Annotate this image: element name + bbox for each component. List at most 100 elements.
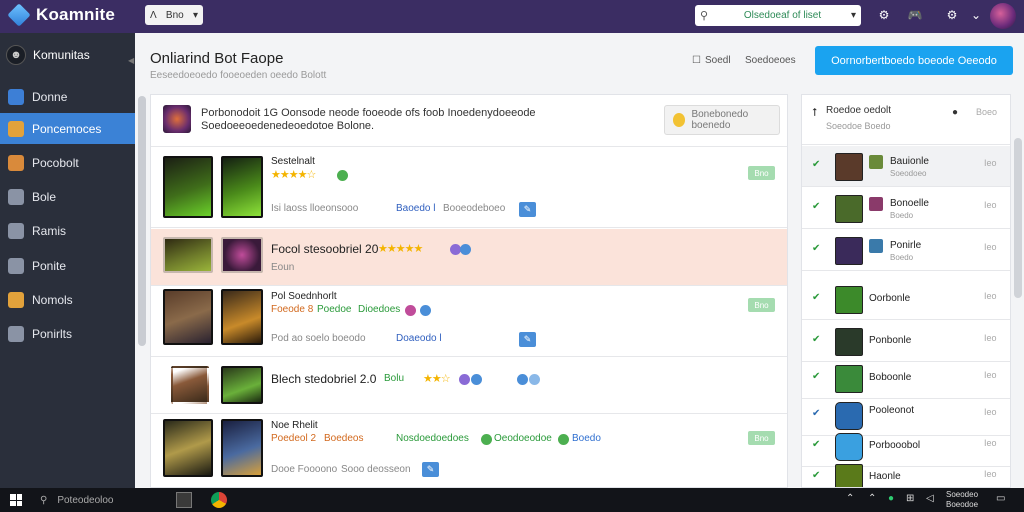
row-meta-link[interactable]: Doaeodo l: [396, 333, 442, 344]
sidebar-item-label: Bole: [32, 189, 57, 204]
list-item[interactable]: ✔ Bonoelle Boedo Ieo: [802, 188, 1010, 229]
avatar: [835, 195, 863, 223]
row-tag: Foeode 8: [271, 304, 314, 315]
volume-icon[interactable]: ◁: [926, 493, 934, 504]
list-item[interactable]: ✔ Haonle Ieo: [802, 457, 1010, 487]
taskbar-search[interactable]: ⚲ Poteodeoloo: [30, 488, 195, 512]
check-icon: ✔: [812, 201, 821, 212]
search-placeholder: Olsedoeaf of liset: [743, 10, 822, 21]
row-tag: Bolu: [384, 373, 405, 384]
row-meta-link[interactable]: Baoedo l: [396, 203, 435, 214]
notifications-icon[interactable]: ⌄: [968, 7, 984, 23]
bot-thumbnail-alt: [221, 366, 263, 404]
search-icon: ⚲: [700, 10, 709, 22]
item-count: Ieo: [984, 469, 997, 479]
search-icon: ⚲: [40, 494, 48, 506]
sidebar-item-nomols[interactable]: Nomols: [0, 284, 135, 315]
bot-thumbnail-alt: [221, 237, 263, 273]
info-icon[interactable]: ●: [952, 107, 958, 118]
notification-center-icon[interactable]: ▭: [996, 493, 1005, 504]
header-link-1[interactable]: ☐ Soedl: [692, 55, 731, 66]
main-scrollbar[interactable]: [138, 96, 146, 346]
notice-button[interactable]: Bonebonedo boenedo: [664, 105, 780, 135]
sidebar-item-bole[interactable]: Bole: [0, 181, 135, 212]
list-item[interactable]: ✔ Oorbonle Ieo: [802, 279, 1010, 320]
sidebar-item-ramis[interactable]: Ramis: [0, 215, 135, 246]
row-title: Focol stesoobriel 20: [271, 242, 379, 256]
row-meta: Isi laoss lloeonsooo: [271, 203, 359, 214]
list-item[interactable]: ✔ Ponbonle Ieo: [802, 321, 1010, 362]
list-item[interactable]: Noe Rhelit Poedeol 2 Boedeos Nosdoedoedo…: [151, 415, 787, 487]
row-tag: Boedeos: [324, 433, 364, 444]
sidebar-brand[interactable]: ☻ Komunitas: [6, 45, 90, 65]
row-action-button[interactable]: Bno: [748, 298, 775, 312]
bot-thumbnail: [163, 419, 213, 477]
folder-icon: [8, 291, 24, 308]
task-view-icon[interactable]: [176, 492, 192, 508]
sidebar-item-ponirlts[interactable]: Ponirlts: [0, 318, 135, 349]
list-item[interactable]: Sestelnalt ★★★★☆ Isi laoss lloeonsooo Ba…: [151, 148, 787, 228]
settings-icon[interactable]: ⚙: [876, 7, 892, 23]
browser-icon[interactable]: [211, 492, 227, 508]
row-meta: Dooe Foooono: [271, 464, 338, 475]
smile-icon: [673, 113, 686, 127]
item-name: Ponirle: [890, 240, 922, 251]
right-panel-count: Boeo: [976, 107, 998, 117]
home-icon: [8, 88, 24, 105]
nav-select-glyph: Ʌ: [150, 9, 157, 21]
status-dot-icon: [337, 170, 348, 181]
list-item[interactable]: Pol Soednhorlt Foeode 8 Poedoe Dioedoes …: [151, 287, 787, 357]
star-rating: ★★☆: [423, 373, 451, 385]
item-count: Ieo: [984, 242, 997, 252]
right-panel-subtitle: Soeodoe Boedo: [826, 121, 891, 131]
sidebar-brand-label: Komunitas: [33, 48, 90, 62]
gear-icon[interactable]: ⚙: [944, 7, 960, 23]
page-subtitle: Eeseedoeoedo fooeoeden oeedo Bolott: [150, 70, 327, 81]
edit-icon[interactable]: ✎: [519, 332, 536, 347]
list-item[interactable]: ✔ Boboonle Ieo: [802, 358, 1010, 399]
tray-up-icon[interactable]: ⌃: [868, 493, 876, 504]
row-action-button[interactable]: Bno: [748, 166, 775, 180]
clock-date: Boeodoe: [946, 500, 979, 509]
chevron-down-icon: ▾: [850, 10, 856, 21]
pin-icon[interactable]: ⭡: [812, 107, 817, 120]
right-panel-scrollbar[interactable]: [1014, 138, 1022, 298]
sidebar-item-poncemoces[interactable]: Poncemoces: [0, 113, 135, 144]
sidebar-item-label: Donne: [32, 89, 68, 104]
sidebar-item-ponite[interactable]: Ponite: [0, 250, 135, 281]
row-action-button[interactable]: Bno: [748, 431, 775, 445]
collapse-icon[interactable]: ◀: [128, 56, 134, 65]
gamepad-icon[interactable]: 🎮: [907, 7, 923, 23]
nav-select[interactable]: Ʌ Bno ▾: [145, 5, 203, 25]
item-count: Ieo: [984, 200, 997, 210]
list-item[interactable]: ✔ Ponirle Boedo Ieo: [802, 230, 1010, 271]
avatar: [835, 286, 863, 314]
edit-icon[interactable]: ✎: [422, 462, 439, 477]
windows-start-icon[interactable]: [10, 494, 22, 506]
tray-chevron-icon[interactable]: ⌃: [846, 493, 854, 504]
sidebar-item-donne[interactable]: Donne: [0, 81, 135, 112]
list-item[interactable]: ✔ Bauionle Soeodoeo Ieo: [802, 146, 1010, 187]
taskbar-clock[interactable]: Soeodeo Boeodoe: [946, 490, 978, 510]
item-name: Pooleonot: [869, 405, 915, 416]
header-link-2[interactable]: Soedoeoes: [745, 55, 796, 66]
list-item[interactable]: Focol stesoobriel 20 ★★★★★ Eoun: [151, 229, 787, 286]
sidebar-item-pocobolt[interactable]: Pocobolt: [0, 147, 135, 178]
item-name: Oorbonle: [869, 293, 911, 304]
primary-cta-button[interactable]: Oornorbertboedo boeode Oeeodo: [815, 46, 1013, 75]
tray-app-icon[interactable]: ●: [888, 493, 894, 504]
check-icon: ✔: [812, 243, 821, 254]
bot-thumbnail: [163, 289, 213, 345]
search-input[interactable]: ⚲ Olsedoeaf of liset ▾: [695, 5, 861, 26]
item-count: Ieo: [984, 438, 997, 448]
row-tag: Poedeol 2: [271, 433, 317, 444]
status-dot-icon: [481, 434, 492, 445]
network-icon[interactable]: ⊞: [906, 493, 914, 504]
avatar-secondary: [869, 239, 883, 253]
user-avatar[interactable]: [990, 3, 1016, 29]
app-logo[interactable]: Koamnite: [7, 3, 115, 27]
edit-icon[interactable]: ✎: [519, 202, 536, 217]
list-item[interactable]: Blech stedobriel 2.0 Bolu ★★☆: [151, 358, 787, 414]
star-rating: ★★★★★: [378, 243, 423, 255]
row-tag: Boedo: [572, 433, 601, 444]
